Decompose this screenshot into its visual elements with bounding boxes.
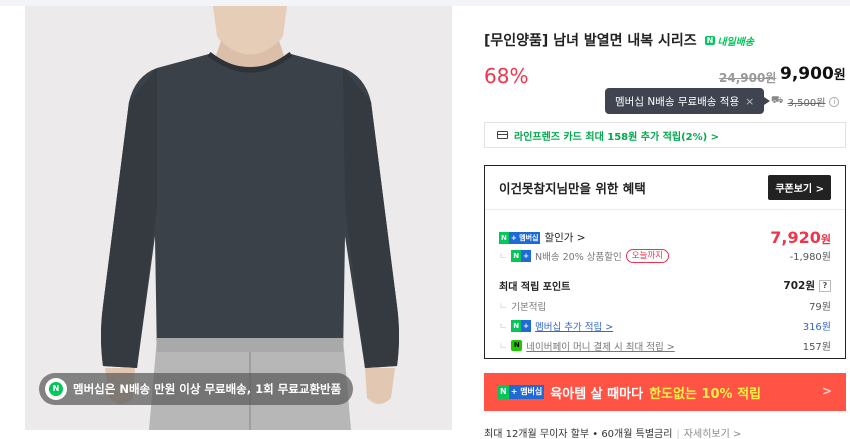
truck-icon: ⛟	[771, 95, 784, 106]
basic-points-value: 79원	[809, 302, 831, 313]
close-icon[interactable]: ×	[745, 95, 754, 108]
product-page: N 멤버십은 N배송 만원 이상 무료배송, 1회 무료교환반품 [무인양품] …	[0, 0, 850, 439]
naverpay-icon: N	[511, 340, 523, 351]
benefit-title: 이건못참지님만을 위한 혜택	[499, 181, 646, 196]
tooltip-text: 멤버십 N배송 무료배송 적용	[615, 95, 740, 108]
nship-discount-label: N배송 20% 상품할인	[535, 251, 622, 263]
today-only-tag: 오늘까지	[625, 248, 669, 263]
free-shipping-tooltip: 멤버십 N배송 무료배송 적용 ×	[605, 88, 771, 114]
product-title: [무인양품] 남녀 발열면 내복 시리즈	[484, 33, 697, 49]
sale-price: 9,900원	[780, 64, 846, 84]
model-illustration	[25, 6, 452, 430]
member-points-row: ㄴ N + 멤버십 추가 적립 > 316원	[499, 318, 831, 333]
tree-line-icon: ㄴ	[499, 322, 508, 332]
promo-text: 멤버십은 N배송 만원 이상 무료배송, 1회 무료교환반품	[73, 382, 342, 396]
basic-points-label: 기본적립	[511, 301, 547, 313]
coupon-view-button[interactable]: 쿠폰보기 >	[768, 175, 831, 200]
npay-points-row: ㄴ N 네이버페이 머니 결제 시 최대 적립 > 157원	[499, 338, 831, 353]
product-info-panel: [무인양품] 남녀 발열면 내복 시리즈 N 내일배송 68% 24,900원 9…	[484, 0, 846, 439]
tree-line-icon: ㄴ	[499, 252, 508, 262]
banner-highlight: 한도없는 10% 적립	[649, 386, 761, 402]
membership-badge: N +	[511, 319, 532, 332]
membership-promo-pill: N 멤버십은 N배송 만원 이상 무료배송, 1회 무료교환반품	[39, 373, 354, 405]
installment-text: 최대 12개월 무이자 할부 • 60개월 특별금리	[484, 429, 673, 439]
title-row: [무인양품] 남녀 발열면 내복 시리즈 N 내일배송	[484, 30, 754, 50]
naver-n-icon: N	[45, 378, 67, 400]
card-benefit-link[interactable]: 라인프렌즈 카드 최대 158원 추가 적립(2%) >	[484, 122, 846, 148]
chevron-right-icon: >	[821, 384, 832, 398]
points-label: 최대 적립 포인트	[499, 282, 571, 293]
membership-badge: N + 멤버십	[499, 231, 541, 244]
tree-line-icon: ㄴ	[499, 302, 508, 312]
installment-more-link[interactable]: 자세히보기 >	[684, 429, 742, 439]
member-benefit-box: 이건못참지님만을 위한 혜택 쿠폰보기 > N + 멤버십 할인가 > 7,920…	[484, 165, 846, 359]
npay-points-value: 157원	[802, 342, 831, 353]
truck-icon: N	[704, 35, 716, 45]
shipping-fee-value: 3,500원	[787, 98, 826, 109]
points-value: 702원	[783, 280, 815, 292]
npay-points-link[interactable]: 네이버페이 머니 결제 시 최대 적립 >	[526, 339, 674, 353]
membership-promo-banner[interactable]: N + 멤버십 육아템 살 때마다 한도없는 10% 적립 >	[484, 373, 846, 411]
card-benefit-text: 라인프렌즈 카드 최대 158원 추가 적립(2%) >	[514, 131, 720, 143]
help-icon[interactable]: ?	[819, 279, 831, 292]
points-row: 최대 적립 포인트 702원 ?	[499, 278, 831, 293]
discount-price-label[interactable]: 할인가 >	[544, 230, 585, 245]
membership-badge: N + 멤버십	[498, 385, 545, 399]
member-points-value: 316원	[802, 322, 831, 333]
tree-line-icon: ㄴ	[499, 342, 508, 352]
nship-discount-value: -1,980원	[789, 252, 831, 263]
tomorrow-delivery-badge: N 내일배송	[704, 35, 755, 48]
nship-discount-row: ㄴ N + N배송 20% 상품할인 오늘까지 -1,980원	[499, 248, 831, 263]
info-icon[interactable]: i	[829, 96, 840, 107]
installment-info: 최대 12개월 무이자 할부 • 60개월 특별금리 | 자세히보기 >	[484, 429, 742, 439]
discount-price-row: N + 멤버십 할인가 > 7,920원	[499, 228, 831, 247]
member-points-link[interactable]: 멤버십 추가 적립 >	[535, 319, 613, 333]
shipping-fee: ⛟ 3,500원 i	[771, 94, 840, 109]
discount-rate: 68%	[484, 64, 529, 88]
product-image[interactable]: N 멤버십은 N배송 만원 이상 무료배송, 1회 무료교환반품	[25, 6, 452, 430]
membership-badge: N +	[511, 249, 532, 262]
credit-card-icon	[497, 131, 508, 139]
benefit-header: 이건못참지님만을 위한 혜택 쿠폰보기 >	[485, 166, 845, 210]
basic-points-row: ㄴ 기본적립 79원	[499, 298, 831, 314]
discount-price: 7,920원	[770, 228, 831, 247]
banner-text: 육아템 살 때마다	[550, 386, 644, 402]
original-price: 24,900원	[719, 71, 777, 85]
